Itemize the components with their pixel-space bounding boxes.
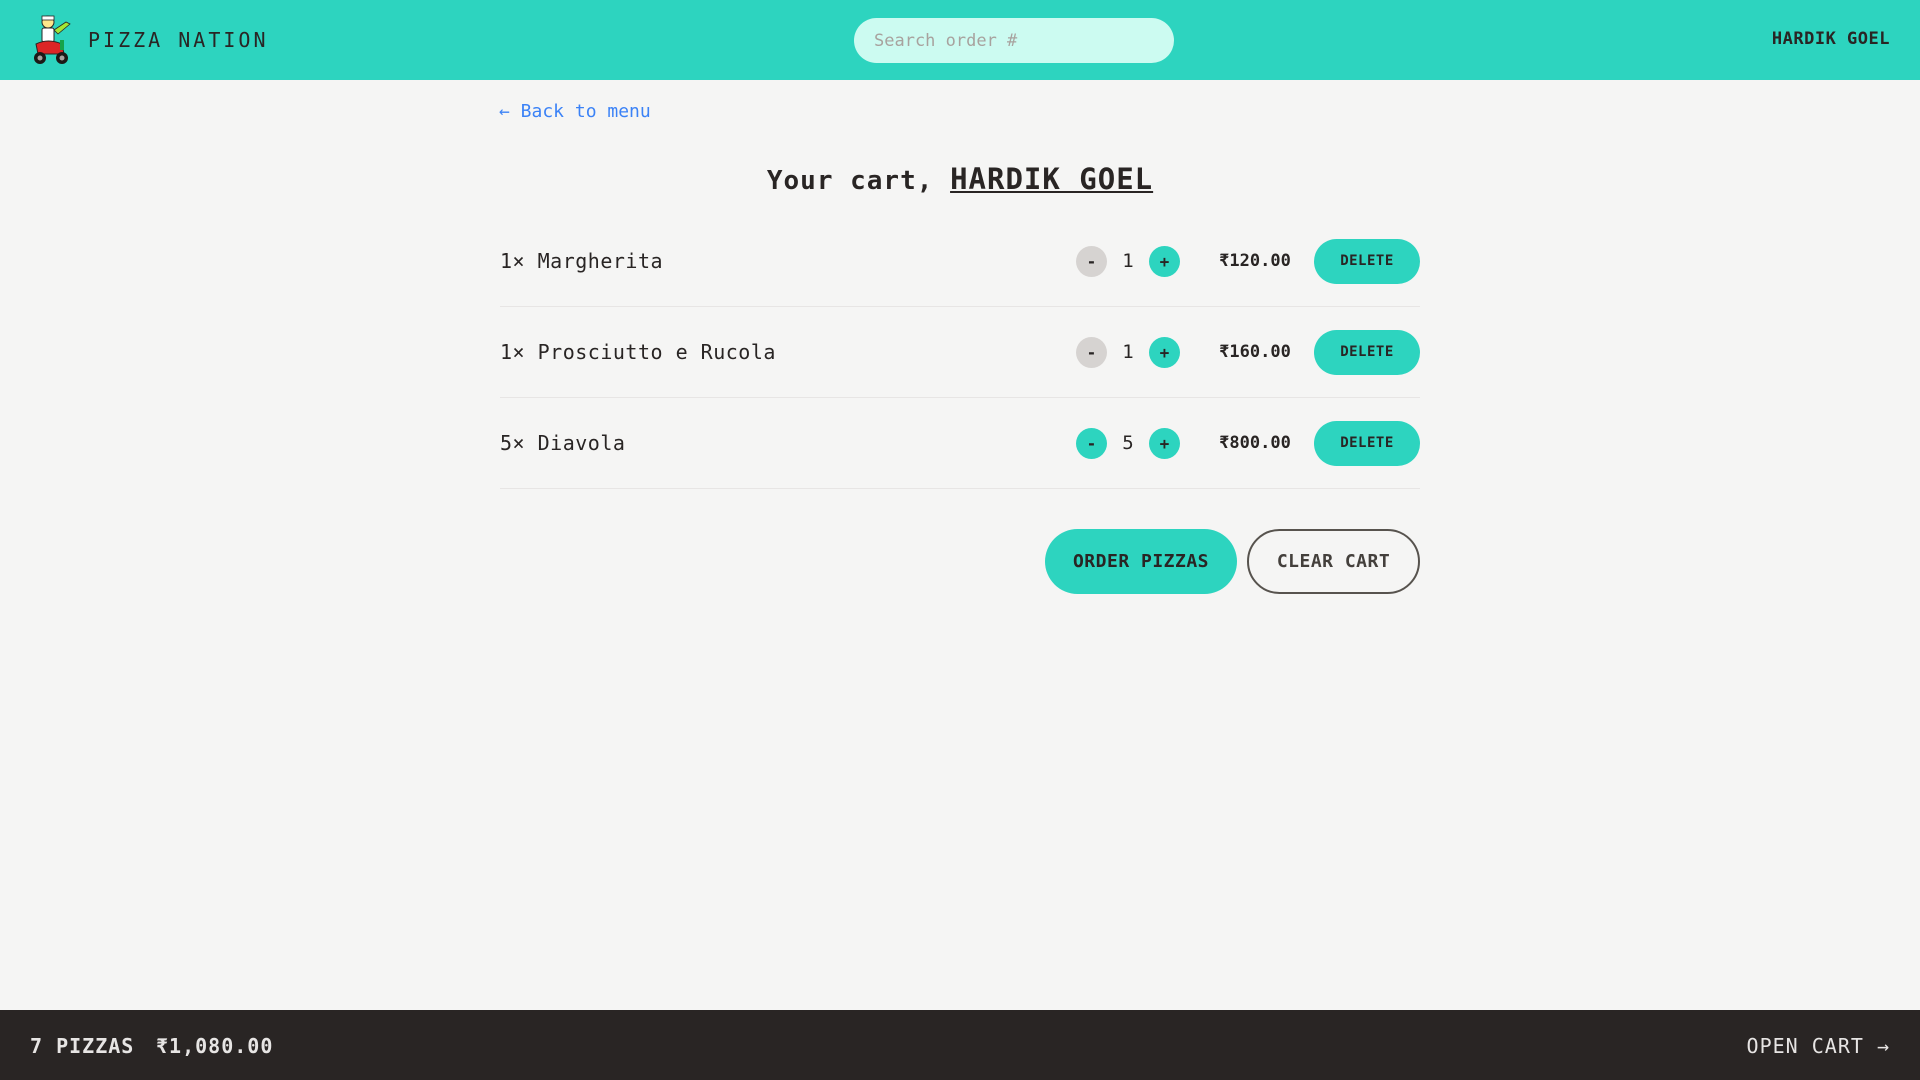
decrease-quantity-button[interactable]: -: [1076, 427, 1107, 459]
item-quantity: 1: [1122, 341, 1134, 363]
brand-name: PIZZA NATION: [88, 28, 269, 52]
delete-item-button[interactable]: DELETE: [1314, 238, 1420, 284]
cart-item-controls: - 5 + ₹800.00 DELETE: [1076, 398, 1420, 488]
clear-cart-button[interactable]: CLEAR CART: [1247, 529, 1420, 594]
page-title: Your cart, HARDIK GOEL: [0, 162, 1920, 196]
cart-item-label: 1× Prosciutto e Rucola: [500, 340, 776, 364]
item-quantity: 5: [1122, 432, 1134, 454]
brand-logo-link[interactable]: PIZZA NATION: [28, 14, 269, 66]
item-quantity: 1: [1122, 250, 1134, 272]
cart-item: 5× Diavola - 5 + ₹800.00 DELETE: [500, 398, 1420, 489]
cart-item-label: 1× Margherita: [500, 249, 664, 273]
increase-quantity-button[interactable]: +: [1149, 245, 1180, 277]
cart-item: 1× Prosciutto e Rucola - 1 + ₹160.00 DEL…: [500, 307, 1420, 398]
order-pizzas-button[interactable]: ORDER PIZZAS: [1045, 529, 1237, 594]
cart-title-prefix: Your cart,: [766, 166, 934, 196]
search-order-input[interactable]: [854, 18, 1174, 63]
pizza-delivery-scooter-icon: [34, 15, 71, 64]
decrease-quantity-button[interactable]: -: [1076, 336, 1107, 368]
cart-item-controls: - 1 + ₹160.00 DELETE: [1076, 307, 1420, 397]
increase-quantity-button[interactable]: +: [1149, 336, 1180, 368]
cart-title-username: HARDIK GOEL: [950, 162, 1154, 196]
item-price: ₹120.00: [1219, 251, 1291, 271]
cart-overview-footer: 7 PIZZAS ₹1,080.00 OPEN CART →: [0, 1010, 1920, 1080]
top-header: PIZZA NATION HARDIK GOEL: [0, 0, 1920, 80]
increase-quantity-button[interactable]: +: [1149, 427, 1180, 459]
delete-item-button[interactable]: DELETE: [1314, 420, 1420, 466]
header-username: HARDIK GOEL: [1771, 29, 1890, 49]
open-cart-link[interactable]: OPEN CART →: [1747, 1034, 1890, 1058]
cart-item-controls: - 1 + ₹120.00 DELETE: [1076, 216, 1420, 306]
footer-pizza-count: 7 PIZZAS: [30, 1034, 135, 1058]
item-price: ₹800.00: [1219, 433, 1291, 453]
decrease-quantity-button[interactable]: -: [1076, 245, 1107, 277]
delete-item-button[interactable]: DELETE: [1314, 329, 1420, 375]
footer-total-price: ₹1,080.00: [156, 1034, 274, 1058]
cart-item-label: 5× Diavola: [500, 431, 626, 455]
item-price: ₹160.00: [1219, 342, 1291, 362]
back-to-menu-link[interactable]: ← Back to menu: [499, 101, 651, 122]
cart-item: 1× Margherita - 1 + ₹120.00 DELETE: [500, 216, 1420, 307]
cart-item-list: 1× Margherita - 1 + ₹120.00 DELETE 1× Pr…: [500, 216, 1420, 489]
